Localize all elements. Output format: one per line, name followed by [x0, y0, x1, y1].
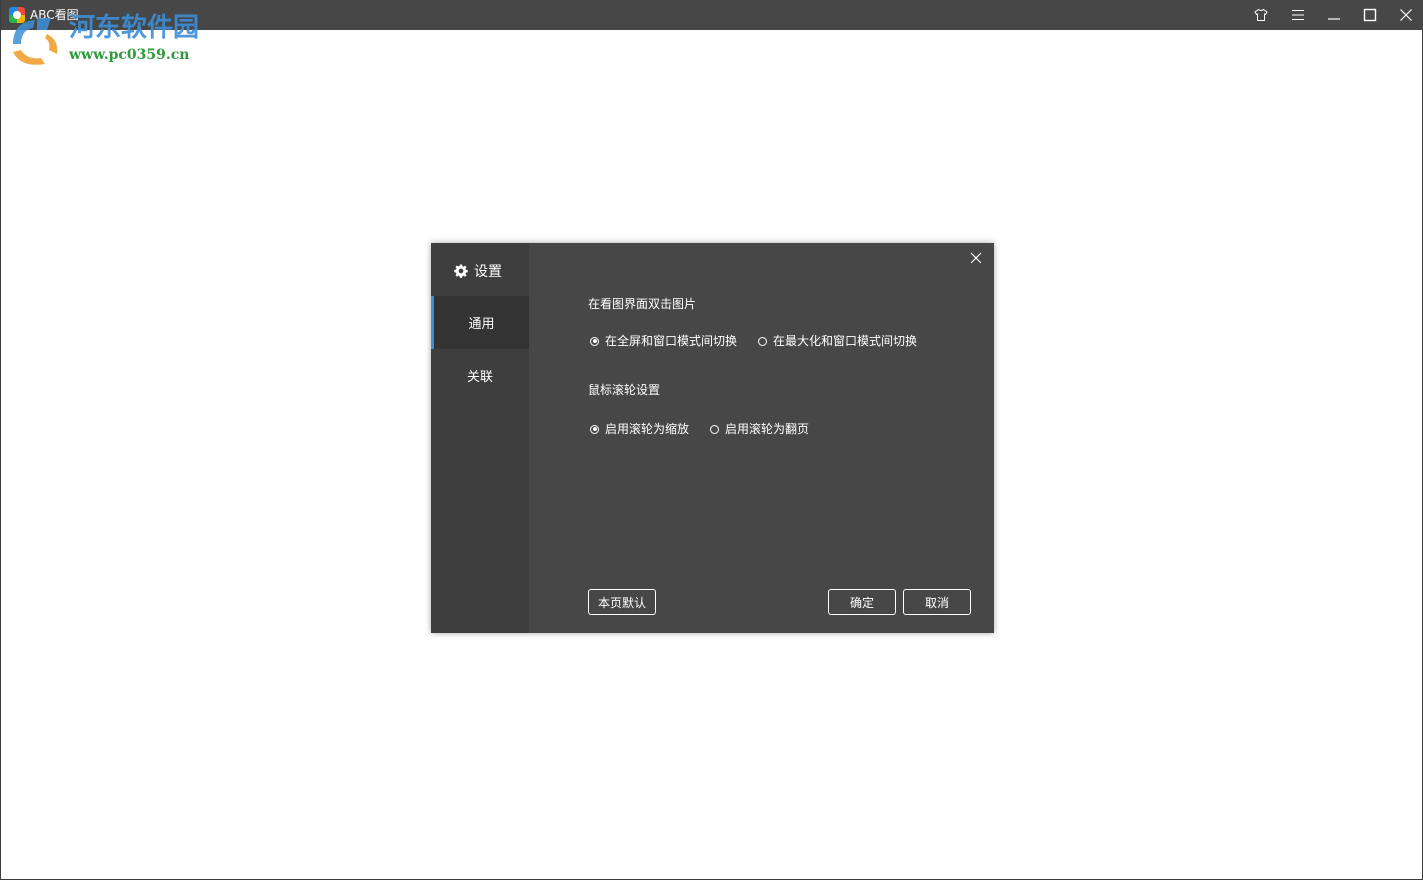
menu-icon[interactable]	[1280, 0, 1316, 30]
watermark-url: www.pc0359.cn	[69, 47, 190, 63]
section-label-mouse-wheel: 鼠标滚轮设置	[588, 383, 661, 397]
sidebar-item-general[interactable]: 通用	[431, 296, 529, 349]
gear-icon	[454, 264, 468, 278]
maximize-icon[interactable]	[1352, 0, 1388, 30]
app-logo-icon	[9, 7, 25, 23]
app-window: ABC看图 河东软件园 www.pc0359.cn 设置 通用 关联 在看图界面…	[0, 0, 1423, 880]
ok-button[interactable]: 确定	[828, 589, 896, 615]
radio-label: 在全屏和窗口模式间切换	[605, 334, 738, 348]
radio-unchecked-icon	[710, 424, 719, 434]
dialog-title: 设置	[454, 261, 502, 281]
radio-label: 在最大化和窗口模式间切换	[773, 334, 918, 348]
settings-dialog: 设置 通用 关联 在看图界面双击图片 在全屏和窗口模式间切换 在最大化和窗口模式…	[431, 243, 994, 633]
restore-defaults-button[interactable]: 本页默认	[588, 589, 656, 615]
radio-fullscreen-toggle[interactable]: 在全屏和窗口模式间切换	[590, 333, 737, 349]
cancel-button[interactable]: 取消	[903, 589, 971, 615]
radio-wheel-zoom[interactable]: 启用滚轮为缩放	[590, 421, 689, 437]
section-label-double-click: 在看图界面双击图片	[588, 297, 697, 311]
close-icon	[970, 252, 982, 264]
settings-sidebar: 设置 通用 关联	[431, 243, 529, 633]
skin-icon[interactable]	[1243, 0, 1279, 30]
sidebar-item-association[interactable]: 关联	[431, 349, 529, 402]
close-icon[interactable]	[1388, 0, 1423, 30]
sidebar-item-label: 通用	[468, 317, 495, 332]
minimize-icon[interactable]	[1316, 0, 1352, 30]
radio-wheel-page[interactable]: 启用滚轮为翻页	[710, 421, 809, 437]
radio-checked-icon	[590, 336, 599, 346]
radio-label: 启用滚轮为缩放	[605, 422, 690, 436]
radio-maximize-toggle[interactable]: 在最大化和窗口模式间切换	[758, 333, 917, 349]
app-title: ABC看图	[30, 8, 79, 22]
title-bar[interactable]: ABC看图	[1, 0, 1423, 30]
radio-checked-icon	[590, 424, 599, 434]
dialog-title-text: 设置	[474, 264, 502, 280]
dialog-close-button[interactable]	[966, 248, 986, 268]
radio-unchecked-icon	[758, 336, 767, 346]
sidebar-item-label: 关联	[466, 370, 493, 385]
radio-label: 启用滚轮为翻页	[725, 422, 810, 436]
